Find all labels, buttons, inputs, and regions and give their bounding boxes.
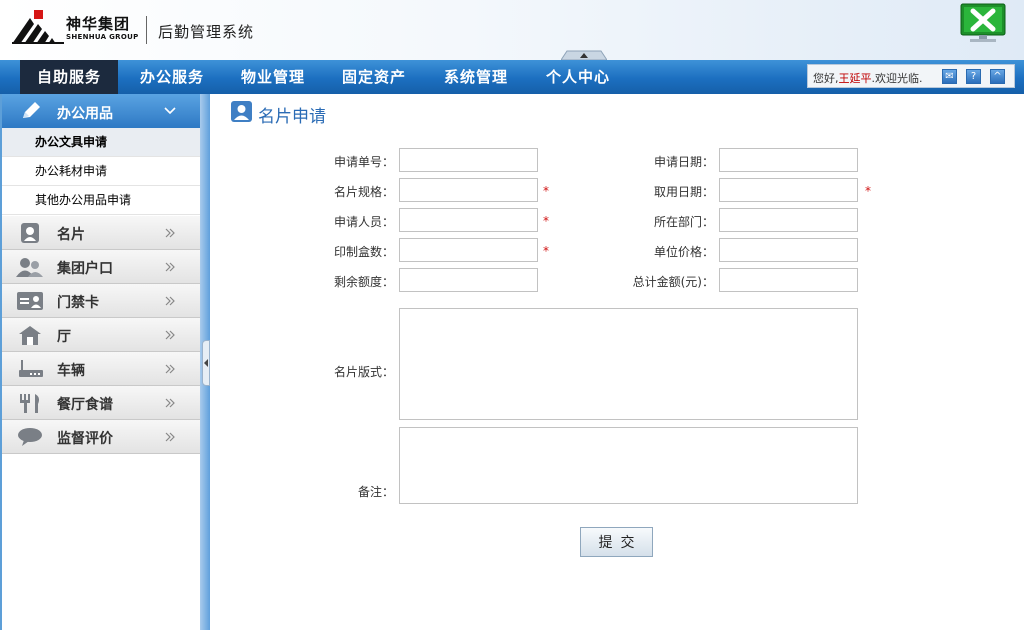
person-card-icon	[21, 223, 39, 243]
submit-button[interactable]: 提交	[580, 527, 653, 557]
exit-icon[interactable]	[958, 3, 1008, 45]
logo-text-en: SHENHUA GROUP	[66, 33, 139, 41]
mail-icon[interactable]: ✉	[942, 69, 957, 84]
welcome-panel: 您好,王延平.欢迎光临. ✉ ? ^	[807, 64, 1015, 88]
sidebar-item-label: 集团户口	[57, 261, 113, 277]
total-amount-input[interactable]	[719, 268, 858, 292]
label-apply-no: 申请单号：	[333, 155, 394, 169]
pencil-icon	[23, 102, 40, 118]
nav-office-service[interactable]: 办公服务	[128, 60, 216, 94]
nav-fixed-assets[interactable]: 固定资产	[330, 60, 418, 94]
label-card-format: 名片版式：	[333, 365, 394, 379]
double-chevron-right-icon	[165, 398, 175, 408]
sidebar-item-label: 名片	[57, 227, 85, 243]
page-title: 名片申请	[258, 107, 326, 127]
double-chevron-right-icon	[165, 262, 175, 272]
apply-no-input[interactable]	[399, 148, 538, 172]
sidebar: 办公用品 办公文具申请 办公耗材申请 其他办公用品申请 名片 集团户口 门禁卡 …	[2, 94, 200, 630]
label-unit-price: 单位价格：	[653, 245, 714, 259]
logo-text-cn: 神华集团	[66, 15, 131, 33]
sidebar-item-hall[interactable]: 厅	[2, 318, 200, 352]
double-chevron-right-icon	[165, 432, 175, 442]
department-input[interactable]	[719, 208, 858, 232]
sidebar-group-label: 办公用品	[57, 106, 113, 122]
apply-date-input[interactable]	[719, 148, 858, 172]
sidebar-sub-other-supplies[interactable]: 其他办公用品申请	[2, 186, 200, 215]
nav-property[interactable]: 物业管理	[229, 60, 317, 94]
welcome-text: 您好,王延平.欢迎光临.	[813, 70, 923, 86]
sidebar-group-office-supplies[interactable]: 办公用品	[2, 94, 200, 128]
card-format-textarea[interactable]	[399, 308, 858, 420]
sidebar-item-vehicle[interactable]: 车辆	[2, 352, 200, 386]
vehicle-icon	[19, 360, 43, 377]
pickup-date-input[interactable]	[719, 178, 858, 202]
label-pickup-date: 取用日期：	[653, 185, 714, 199]
label-total-amount: 总计金额(元)：	[632, 275, 714, 289]
required-mark: *	[865, 184, 871, 198]
fork-knife-icon	[20, 394, 39, 413]
label-remark: 备注：	[357, 485, 394, 499]
required-mark: *	[543, 184, 549, 198]
required-mark: *	[543, 244, 549, 258]
sidebar-empty-area	[2, 454, 200, 630]
sidebar-item-group-household[interactable]: 集团户口	[2, 250, 200, 284]
double-chevron-right-icon	[165, 296, 175, 306]
user-name[interactable]: 王延平	[839, 72, 872, 85]
sidebar-sub-stationery[interactable]: 办公文具申请	[2, 128, 200, 157]
label-card-spec: 名片规格：	[333, 185, 394, 199]
chevron-left-icon	[204, 359, 208, 367]
sidebar-item-supervision[interactable]: 监督评价	[2, 420, 200, 454]
sidebar-item-label: 车辆	[57, 363, 85, 379]
help-icon[interactable]: ?	[966, 69, 981, 84]
sidebar-item-label: 餐厅食谱	[57, 397, 113, 413]
welcome-prefix: 您好,	[813, 72, 839, 85]
sidebar-sub-consumables[interactable]: 办公耗材申请	[2, 157, 200, 186]
main-nav: 自助服务 办公服务 物业管理 固定资产 系统管理 个人中心 您好,王延平.欢迎光…	[0, 60, 1024, 94]
sidebar-item-label: 厅	[57, 329, 71, 345]
collapse-up-icon[interactable]: ^	[990, 69, 1005, 84]
sidebar-item-label: 监督评价	[57, 431, 113, 447]
people-icon	[16, 258, 43, 277]
double-chevron-right-icon	[165, 364, 175, 374]
user-card-icon	[231, 101, 252, 122]
shenhua-logo	[12, 10, 64, 44]
chevron-down-icon	[164, 107, 176, 115]
unit-price-input[interactable]	[719, 238, 858, 262]
box-count-input[interactable]	[399, 238, 538, 262]
card-spec-input[interactable]	[399, 178, 538, 202]
nav-self-service[interactable]: 自助服务	[20, 60, 118, 94]
sidebar-item-business-card[interactable]: 名片	[2, 216, 200, 250]
sidebar-item-canteen-menu[interactable]: 餐厅食谱	[2, 386, 200, 420]
label-remaining-quota: 剩余额度：	[333, 275, 394, 289]
remaining-quota-input[interactable]	[399, 268, 538, 292]
id-card-icon	[17, 292, 43, 310]
label-apply-date: 申请日期：	[653, 155, 714, 169]
sidebar-collapse-handle[interactable]	[202, 340, 210, 386]
double-chevron-right-icon	[165, 228, 175, 238]
nav-personal[interactable]: 个人中心	[534, 60, 622, 94]
welcome-suffix: .欢迎光临.	[871, 72, 923, 85]
label-department: 所在部门：	[653, 215, 714, 229]
label-applicant: 申请人员：	[333, 215, 394, 229]
label-box-count: 印制盒数：	[333, 245, 394, 259]
system-title: 后勤管理系统	[158, 23, 255, 41]
header-divider	[146, 16, 147, 44]
app-header: 神华集团 SHENHUA GROUP 后勤管理系统	[0, 0, 1024, 60]
collapse-header-icon[interactable]	[561, 49, 607, 60]
nav-system[interactable]: 系统管理	[432, 60, 520, 94]
double-chevron-right-icon	[165, 330, 175, 340]
remark-textarea[interactable]	[399, 427, 858, 504]
speech-bubble-icon	[18, 428, 42, 446]
house-icon	[19, 326, 41, 345]
sidebar-item-access-card[interactable]: 门禁卡	[2, 284, 200, 318]
applicant-input[interactable]	[399, 208, 538, 232]
sidebar-item-label: 门禁卡	[57, 295, 99, 311]
required-mark: *	[543, 214, 549, 228]
